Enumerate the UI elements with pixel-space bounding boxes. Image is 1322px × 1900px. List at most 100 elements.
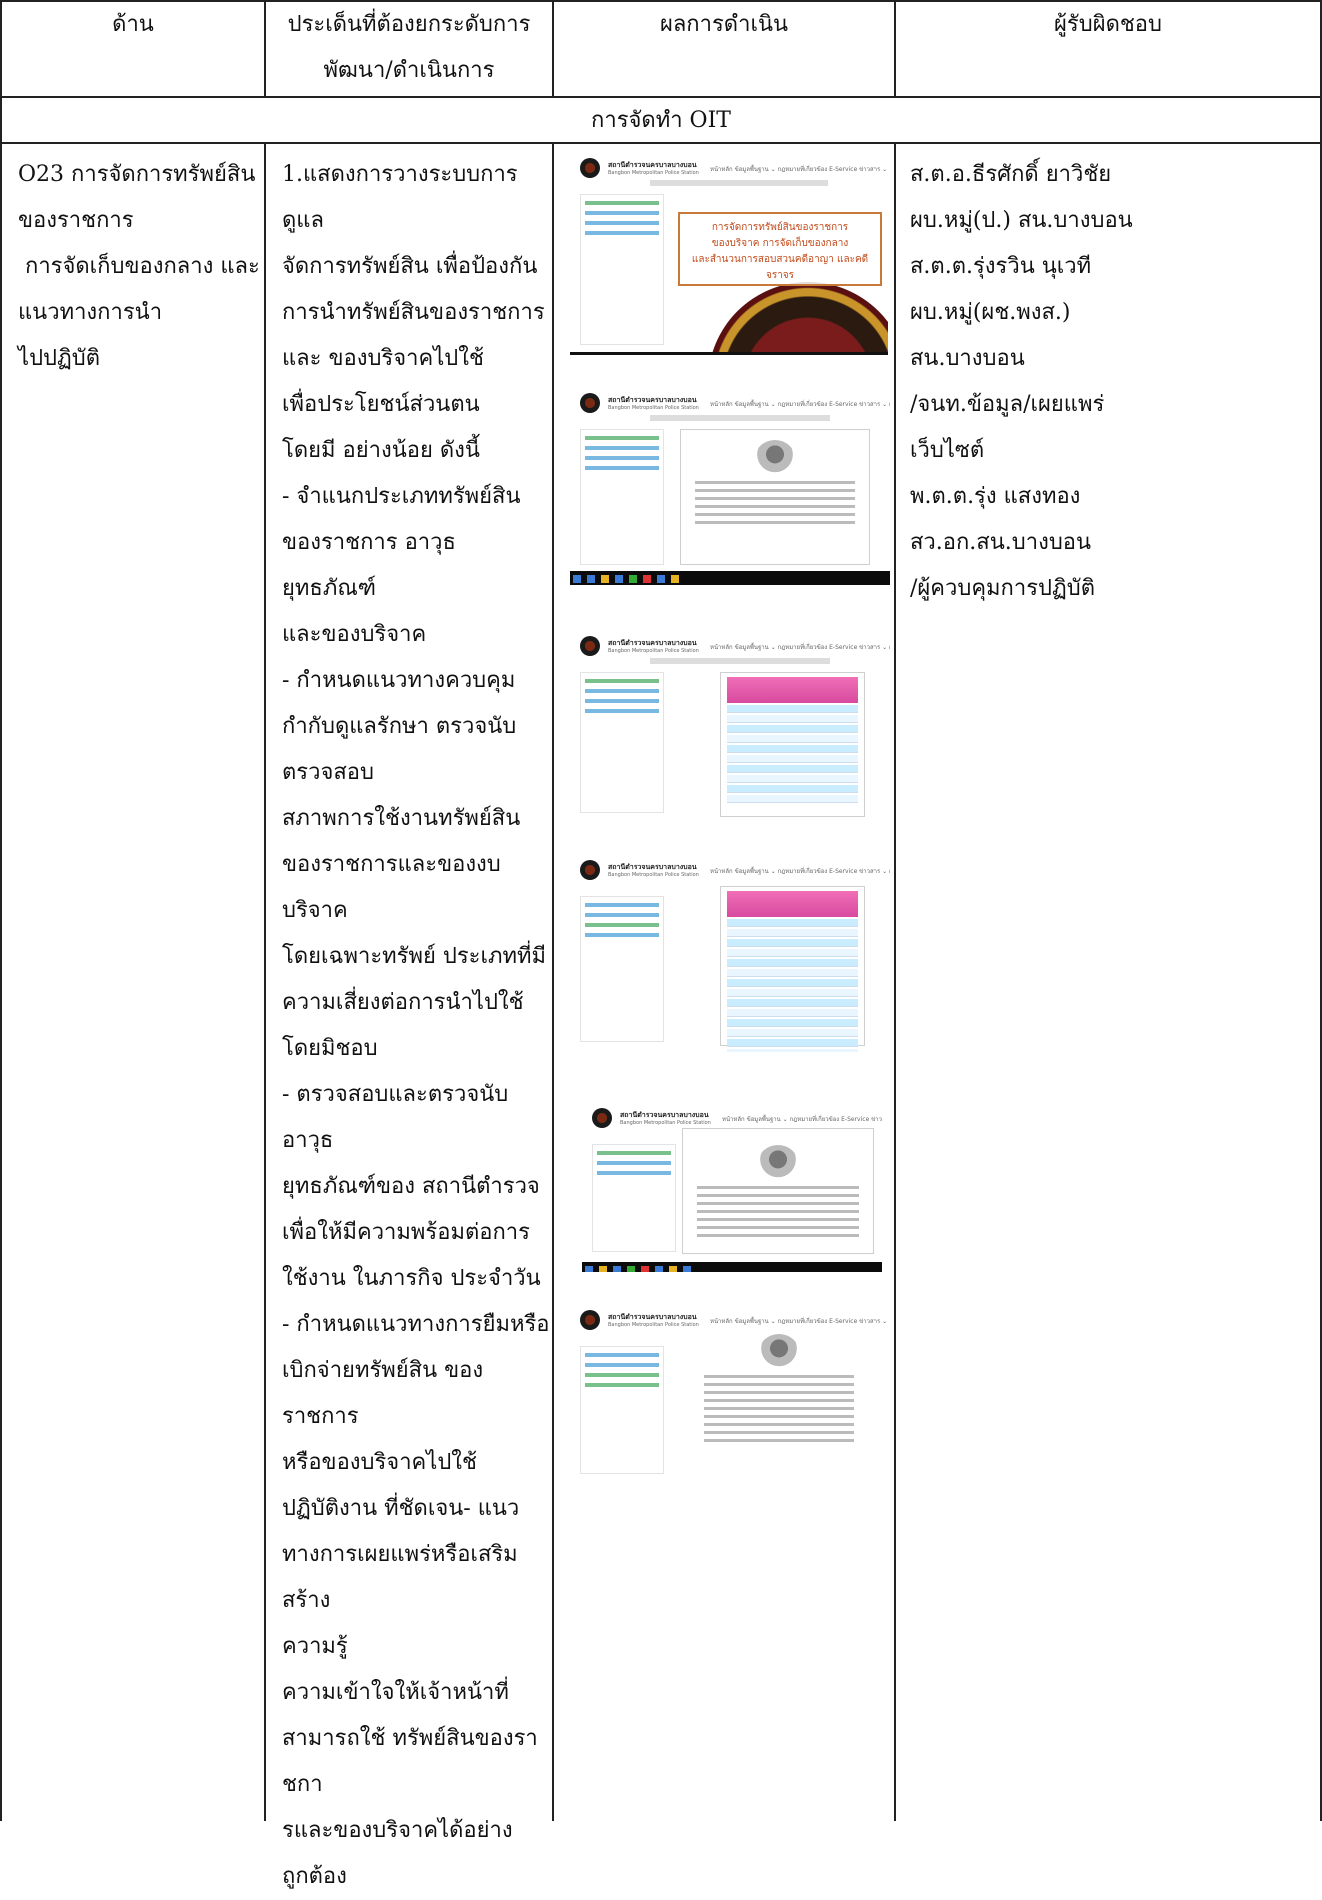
- header-issue-line1: ประเด็นที่ต้องยกระดับการ: [287, 12, 531, 37]
- issue-line: รและของบริจาคได้อย่าง: [282, 1818, 513, 1843]
- site-menu: หน้าหลัก ข้อมูลพื้นฐาน ⌄ กฎหมายที่เกี่ยว…: [710, 868, 890, 875]
- site-name-en: Bangbon Metropolitan Police Station: [608, 170, 699, 176]
- title-line: การจัดการทรัพย์สินของราชการ: [711, 222, 849, 233]
- taskbar: [582, 1262, 882, 1272]
- column-divider: [264, 0, 266, 1821]
- police-logo-icon: [580, 393, 600, 413]
- header-issue-line2: พัฒนา/ดำเนินการ: [323, 58, 495, 83]
- issue-line: โดยมิชอบ: [282, 1036, 378, 1061]
- header-result: ผลการดำเนิน: [659, 12, 789, 37]
- responsible-line: พ.ต.ต.รุ่ง แสงทอง: [910, 484, 1081, 509]
- site-name-en: Bangbon Metropolitan Police Station: [608, 405, 699, 411]
- police-logo-icon: [580, 1310, 600, 1330]
- issue-line: - ตรวจสอบและตรวจนับอาวุธ: [282, 1082, 509, 1153]
- site-menu: หน้าหลัก ข้อมูลพื้นฐาน ⌄ กฎหมายที่เกี่ยว…: [710, 401, 890, 408]
- issue-line: และ ของบริจาคไปใช้: [282, 346, 484, 371]
- responsible-line: /จนท.ข้อมูล/เผยแพร่: [910, 392, 1105, 417]
- issue-line: ตรวจสอบ: [282, 760, 374, 785]
- column-divider: [894, 0, 896, 1821]
- issue-line: กำกับดูแลรักษา ตรวจนับ: [282, 714, 517, 739]
- issue-line: การนำทรัพย์สินของราชการ: [282, 300, 545, 325]
- evidence-screenshot-2: สถานีตำรวจนครบาลบางบอน Bangbon Metropoli…: [570, 385, 890, 585]
- evidence-screenshot-5: สถานีตำรวจนครบาลบางบอน Bangbon Metropoli…: [582, 1100, 882, 1272]
- section-title: การจัดทำ OIT: [591, 108, 731, 133]
- page-subtitle-placeholder: [650, 658, 830, 664]
- title-line: ของบริจาค การจัดเก็บของกลาง: [711, 238, 849, 249]
- issue-line: เพื่อให้มีความพร้อมต่อการ: [282, 1220, 530, 1245]
- issue-line: และของบริจาค: [282, 622, 427, 647]
- side-menu: [580, 1346, 664, 1474]
- issue-line: ถูกต้อง: [282, 1864, 347, 1889]
- responsible-line: สน.บางบอน: [910, 346, 1025, 371]
- aspect-cell: O23 การจัดการทรัพย์สิน ของราชการ การจัดเ…: [18, 152, 260, 382]
- police-logo-icon: [580, 860, 600, 880]
- aspect-line: O23 การจัดการทรัพย์สิน: [18, 162, 256, 187]
- garuda-emblem-icon: [755, 440, 795, 476]
- aspect-line: ของราชการ: [18, 208, 134, 233]
- evidence-screenshot-6: สถานีตำรวจนครบาลบางบอน Bangbon Metropoli…: [570, 1302, 888, 1484]
- responsible-line: ผบ.หมู่(ป.) สน.บางบอน: [910, 208, 1133, 233]
- letter-page: [680, 429, 870, 565]
- issue-line: ชกา: [282, 1772, 323, 1797]
- issue-line: ของราชการ อาวุธ ยุทธภัณฑ์: [282, 530, 456, 601]
- page-subtitle-placeholder: [650, 180, 828, 186]
- responsible-line: สว.อก.สน.บางบอน: [910, 530, 1092, 555]
- issue-line: ใช้งาน ในภารกิจ ประจำวัน: [282, 1266, 541, 1291]
- taskbar: [570, 571, 890, 585]
- letter-page: [690, 1332, 868, 1478]
- aspect-line: การจัดเก็บของกลาง และ: [18, 254, 260, 279]
- issue-line: จัดการทรัพย์สิน เพื่อป้องกัน: [282, 254, 538, 279]
- column-divider: [552, 0, 554, 1821]
- site-navbar: สถานีตำรวจนครบาลบางบอน Bangbon Metropoli…: [570, 150, 888, 190]
- side-menu: [580, 194, 664, 345]
- site-navbar: สถานีตำรวจนครบาลบางบอน Bangbon Metropoli…: [570, 628, 890, 668]
- issue-line: หรือของบริจาคไปใช้: [282, 1450, 477, 1475]
- issue-cell: 1.แสดงการวางระบบการดูแล จัดการทรัพย์สิน …: [282, 152, 550, 1900]
- issue-line: เพื่อประโยชน์ส่วนตน: [282, 392, 480, 417]
- issue-line: ความเข้าใจให้เจ้าหน้าที่: [282, 1680, 509, 1705]
- issue-line: 1.แสดงการวางระบบการดูแล: [282, 162, 518, 233]
- issue-line: ปฏิบัติงาน ที่ชัดเจน- แนว: [282, 1496, 520, 1521]
- title-line: และสำนวนการสอบสวนคดีอาญา และคดีจราจร: [691, 254, 869, 281]
- issue-line: ทางการเผยแพร่หรือเสริมสร้าง: [282, 1542, 518, 1613]
- responsible-line: ส.ต.อ.ธีรศักดิ์ ยาวิชัย: [910, 162, 1112, 187]
- aspect-line: ไปปฏิบัติ: [18, 346, 101, 371]
- screenshot-bottom-bar: [570, 352, 888, 355]
- issue-line: - กำหนดแนวทางการยืมหรือ: [282, 1312, 550, 1337]
- issue-line: สามารถใช้ ทรัพย์สินของรา: [282, 1726, 538, 1751]
- issue-line: เบิกจ่ายทรัพย์สิน ของราชการ: [282, 1358, 484, 1429]
- title-area: การจัดการทรัพย์สินของราชการ ของบริจาค กา…: [668, 202, 888, 352]
- side-menu: [580, 429, 664, 565]
- title-box: การจัดการทรัพย์สินของราชการ ของบริจาค กา…: [678, 212, 882, 286]
- police-logo-icon: [592, 1108, 612, 1128]
- issue-line: สภาพการใช้งานทรัพย์สิน: [282, 806, 521, 831]
- responsible-line: เว็บไซต์: [910, 438, 985, 463]
- results-table: ด้าน ประเด็นที่ต้องยกระดับการ พัฒนา/ดำเน…: [0, 0, 1322, 1889]
- header-aspect: ด้าน: [112, 12, 154, 37]
- police-logo-icon: [580, 158, 600, 178]
- evidence-screenshot-4: สถานีตำรวจนครบาลบางบอน Bangbon Metropoli…: [570, 852, 890, 1052]
- equipment-table: [720, 672, 865, 817]
- evidence-screenshot-1: สถานีตำรวจนครบาลบางบอน Bangbon Metropoli…: [570, 150, 888, 355]
- issue-line: โดยมี อย่างน้อย ดังนี้: [282, 438, 480, 463]
- site-name-en: Bangbon Metropolitan Police Station: [608, 872, 699, 878]
- site-menu: หน้าหลัก ข้อมูลพื้นฐาน ⌄ กฎหมายที่เกี่ยว…: [710, 166, 888, 173]
- side-menu: [592, 1144, 676, 1252]
- garuda-emblem-icon: [758, 1145, 798, 1181]
- table-border-left: [0, 0, 2, 1821]
- equipment-table: [720, 886, 865, 1052]
- issue-line: ของราชการและของงบบริจาค: [282, 852, 501, 923]
- evidence-screenshot-3: สถานีตำรวจนครบาลบางบอน Bangbon Metropoli…: [570, 628, 890, 823]
- page-subtitle-placeholder: [650, 415, 830, 421]
- responsible-line: ผบ.หมู่(ผช.พงส.): [910, 300, 1071, 325]
- side-menu: [580, 672, 664, 813]
- letter-page: [682, 1128, 874, 1254]
- issue-line: - จำแนกประเภททรัพย์สิน: [282, 484, 521, 509]
- site-menu: หน้าหลัก ข้อมูลพื้นฐาน ⌄ กฎหมายที่เกี่ยว…: [710, 1318, 888, 1325]
- aspect-line: แนวทางการนำ: [18, 300, 163, 325]
- site-name-en: Bangbon Metropolitan Police Station: [608, 1322, 699, 1328]
- site-menu: หน้าหลัก ข้อมูลพื้นฐาน ⌄ กฎหมายที่เกี่ยว…: [722, 1116, 882, 1123]
- site-name-en: Bangbon Metropolitan Police Station: [620, 1120, 711, 1126]
- side-menu: [580, 896, 664, 1042]
- responsible-line: /ผู้ควบคุมการปฏิบัติ: [910, 576, 1096, 601]
